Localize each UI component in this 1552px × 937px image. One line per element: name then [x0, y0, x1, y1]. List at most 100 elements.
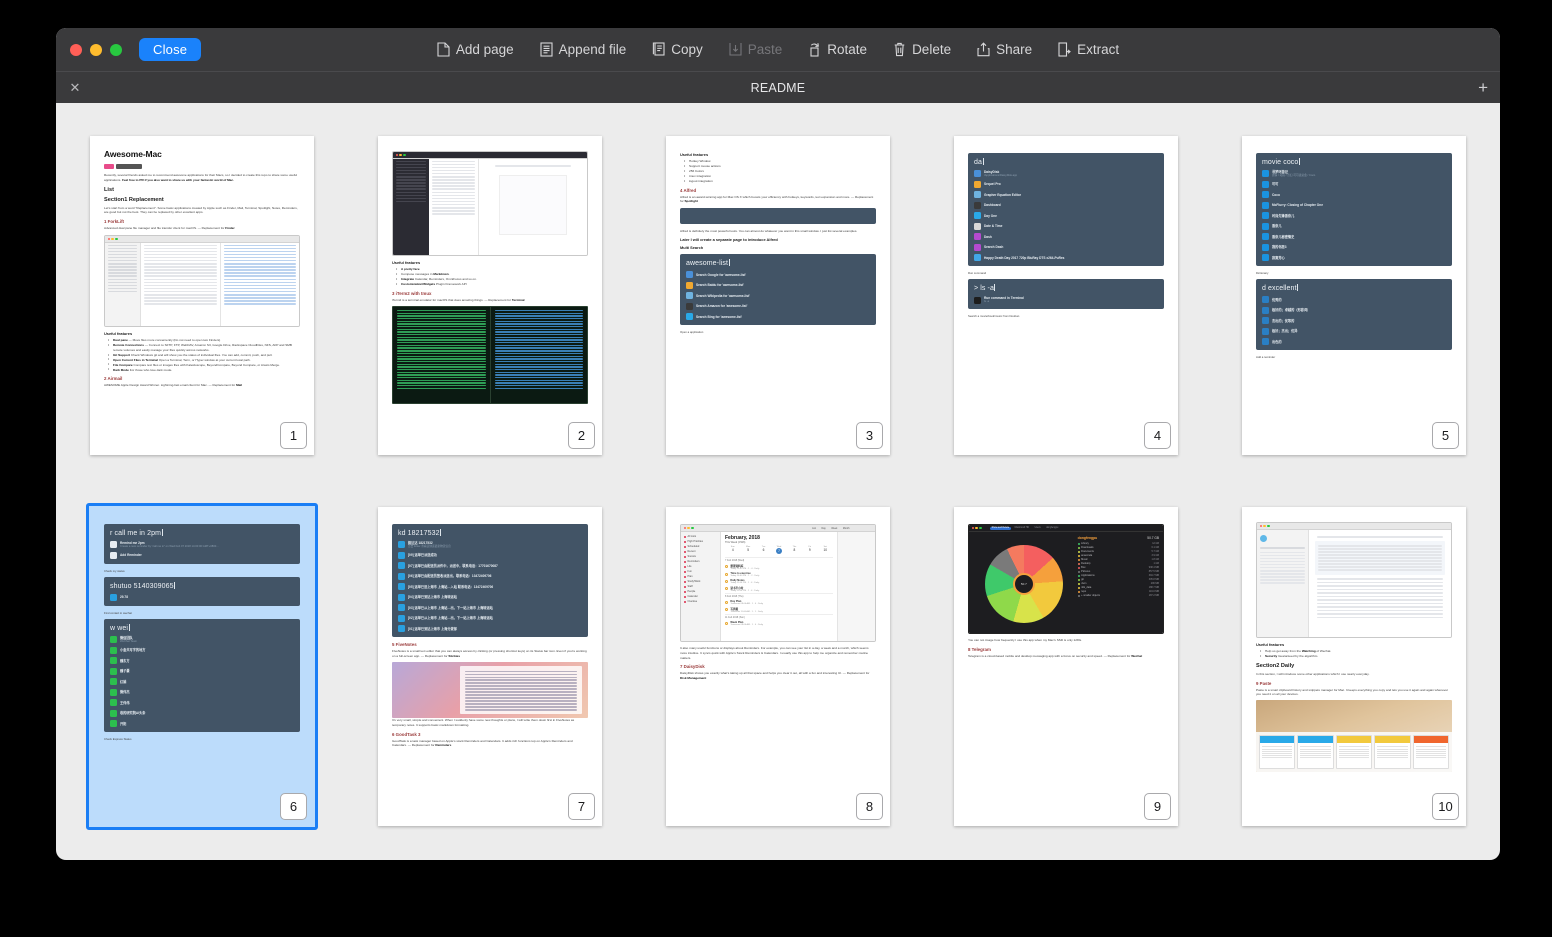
- paste-card[interactable]: [1412, 735, 1450, 770]
- goodtask-tab[interactable]: Week: [829, 527, 839, 530]
- append-file-button[interactable]: Append file: [540, 42, 626, 57]
- paste-card[interactable]: [1259, 735, 1296, 770]
- alfred-result-row[interactable]: 红娟: [110, 678, 294, 686]
- page-thumbnail-4[interactable]: da DaisyDisk/Applications/DaisyDisk.app Se…: [950, 132, 1182, 459]
- copy-button[interactable]: Copy: [652, 42, 703, 57]
- page-thumbnail-10[interactable]: Useful features Help us get away from the…: [1238, 503, 1470, 830]
- new-tab-icon[interactable]: +: [1478, 79, 1488, 96]
- alfred-result-row[interactable]: 魏子豪: [110, 667, 294, 675]
- daisydisk-tab[interactable]: dongfengpu: [1044, 527, 1060, 530]
- alfred-result-row[interactable]: [03] 运单已从上海市 上海站…出，下一站上海市 上海转运站: [398, 604, 582, 612]
- alfred-result-row[interactable]: Search Wikipedia for 'awesome-list': [686, 292, 870, 300]
- daisydisk-tab[interactable]: Users: [1033, 527, 1043, 530]
- extract-button[interactable]: Extract: [1058, 42, 1119, 57]
- page-thumbnail-8[interactable]: List Day Week Month All Lists High Priorities…: [662, 503, 894, 830]
- alfred-result-row[interactable]: 香奈儿: [1262, 222, 1446, 230]
- close-window-icon[interactable]: [70, 43, 82, 56]
- alfred-result-row[interactable]: Coco: [1262, 191, 1446, 199]
- task-row[interactable]: 整理资料库 Today 10:00 PM · 1 · 4 · Daily: [725, 563, 833, 571]
- alfred-result-row[interactable]: 微信团队 WeChat Team: [110, 636, 294, 644]
- add-page-button[interactable]: Add page: [437, 42, 514, 57]
- page-thumbnail-9[interactable]: Show and Delete Macintosh HD Users dongfeng…: [950, 503, 1182, 830]
- alfred-result-row[interactable]: Search Amazon for 'awesome-list': [686, 302, 870, 310]
- alfred-result-row[interactable]: 可可: [1262, 180, 1446, 188]
- alfred-result-row[interactable]: Search Google for 'awesome-list': [686, 271, 870, 279]
- alfred-result-row[interactable]: 寂寞芳心: [1262, 254, 1446, 262]
- alfred-result-row[interactable]: Search Bing for 'awesome-list': [686, 313, 870, 321]
- alfred-result-row[interactable]: 小金共写字的地方: [110, 646, 294, 654]
- alfred-result-row[interactable]: 优秀的: [1262, 296, 1446, 304]
- goodtask-tab[interactable]: Day: [820, 527, 828, 530]
- alfred-result-row[interactable]: Search Dash: [974, 243, 1158, 251]
- alfred-result-row[interactable]: Grapher Equation Editor: [974, 191, 1158, 199]
- page-thumbnail-1[interactable]: Awesome-Mac Recently, several friends ask…: [86, 132, 318, 459]
- alfred-result-row[interactable]: 王伟伟: [110, 699, 294, 707]
- alfred-result-row[interactable]: DaisyDisk/Applications/DaisyDisk.app: [974, 170, 1158, 178]
- page-thumbnail-3[interactable]: Useful features Hotkey WindowSupport mous…: [662, 132, 894, 459]
- item-heading: 5 FiveNotes: [392, 642, 417, 648]
- page-thumbnail-6[interactable]: r call me in 2pm Remind me 2pm Create a ne…: [86, 503, 318, 830]
- alfred-result-row[interactable]: Dash: [974, 233, 1158, 241]
- alfred-result-row[interactable]: Add Reminder: [110, 551, 294, 559]
- alfred-result-row[interactable]: Run command in Terminal ls -a: [974, 296, 1158, 304]
- alfred-result-row[interactable]: 极好的；卓越的（形容词）: [1262, 306, 1446, 314]
- alfred-result-row[interactable]: [01] 运单已到达上海市 上海分拨部: [398, 625, 582, 633]
- paste-card[interactable]: [1335, 735, 1373, 770]
- goodtask-list-item[interactable]: Overdue: [681, 599, 720, 604]
- daisydisk-tab[interactable]: Show and Delete: [989, 526, 1012, 530]
- close-button[interactable]: Close: [139, 38, 202, 61]
- task-row[interactable]: Day Plan Tomorrow 09:00 AM · 1 · 4 · Dail…: [725, 599, 833, 606]
- page-thumbnail-canvas[interactable]: Awesome-Mac Recently, several friends ask…: [56, 103, 1500, 860]
- daisydisk-tab[interactable]: Macintosh HD: [1013, 527, 1031, 530]
- extract-label: Extract: [1077, 42, 1120, 57]
- alfred-result-row[interactable]: 寻梦环游记 剧情 / 动画 / 奇幻 可可夜总会 / Coco: [1262, 170, 1446, 178]
- alfred-result-row[interactable]: Date & Time: [974, 222, 1158, 230]
- tab-title-readme[interactable]: README: [56, 81, 1500, 95]
- alfred-result-row[interactable]: 极好；杰出；优异: [1262, 327, 1446, 335]
- daisydisk-legend-row[interactable]: + smaller objects 187.2 MB: [1077, 594, 1159, 598]
- alfred-result-row[interactable]: 微伟杰: [110, 688, 294, 696]
- share-button[interactable]: Share: [977, 42, 1032, 57]
- alfred-result-row[interactable]: [05] 运单已进上海市 上海站…入站 联系电话：13472409706: [398, 583, 582, 591]
- tab-close-icon[interactable]: ✕: [68, 81, 82, 95]
- alfred-result-row[interactable]: McFlurry: Closing of Chapter One: [1262, 201, 1446, 209]
- zoom-window-icon[interactable]: [110, 43, 122, 56]
- paste-card[interactable]: [1374, 735, 1411, 770]
- page-thumbnail-7[interactable]: kd 18217532 韵达达 18217532 点击 Enter 查看该快递最新物…: [374, 503, 606, 830]
- alfred-result-row[interactable]: 29.78: [110, 593, 294, 601]
- rotate-button[interactable]: Rotate: [808, 42, 867, 57]
- alfred-result-row[interactable]: 我的邻居3: [1262, 243, 1446, 251]
- minimize-window-icon[interactable]: [90, 43, 102, 56]
- alfred-result-row[interactable]: Happy Death Day 2017 720p BluRay DTS x26…: [974, 254, 1158, 262]
- alfred-result-row[interactable]: [04] 运单已到达上海市 上海转运站: [398, 593, 582, 601]
- alfred-result-row[interactable]: Dashboard: [974, 201, 1158, 209]
- alfred-result-row[interactable]: 韵达达 18217532 点击 Enter 查看该快递最新物流信息: [398, 541, 582, 549]
- alfred-result-row[interactable]: Sequel Pro: [974, 180, 1158, 188]
- alfred-result-row[interactable]: 出色的: [1262, 338, 1446, 346]
- page-thumbnail-2[interactable]: Useful features A pretty faceCompose mess…: [374, 132, 606, 459]
- alfred-result-row[interactable]: 开阳: [110, 720, 294, 728]
- alfred-result-row[interactable]: [06] 运单已由配送员签收派送出，联系电话：13472409706: [398, 572, 582, 580]
- alfred-result-row[interactable]: 时尚先锋香奈儿: [1262, 212, 1446, 220]
- task-row[interactable]: 写周报 Tomorrow 11:00 AM · 1 · 1 · Daily: [725, 606, 833, 614]
- alfred-result-row[interactable]: Search Baidu for 'awesome-list': [686, 281, 870, 289]
- delete-button[interactable]: Delete: [893, 42, 951, 57]
- task-row[interactable]: Daily Notes Today 11:00 PM · 1 · 4 · Dail…: [725, 578, 833, 585]
- alfred-result-row[interactable]: [02] 运单已从上海市 上海站…出，下一站上海市 上海转运站: [398, 614, 582, 622]
- alfred-result-row[interactable]: Day One: [974, 212, 1158, 220]
- alfred-result-row[interactable]: 香奈儿秘密情史: [1262, 233, 1446, 241]
- alfred-result-row[interactable]: 卷的研究院AI头条: [110, 709, 294, 717]
- task-row[interactable]: Week Plan Tomorrow 09:00 AM · 1 · 4 · Dai…: [725, 620, 833, 627]
- page-thumbnail-5[interactable]: movie coco 寻梦环游记 剧情 / 动画 / 奇幻 可可夜总会 / Coco…: [1238, 132, 1470, 459]
- paste-button[interactable]: Paste: [729, 42, 782, 57]
- paste-card[interactable]: [1297, 735, 1334, 770]
- alfred-result-row[interactable]: 杰出的；优等的: [1262, 317, 1446, 325]
- task-row[interactable]: 读书半小时 Today 11:00 PM · 1 · 4 · Daily: [725, 585, 833, 593]
- alfred-result-row[interactable]: [07] 运单已由配送员派件中，派送中，联系电话：17701670087: [398, 562, 582, 570]
- goodtask-tab[interactable]: List: [810, 527, 818, 530]
- alfred-result-row[interactable]: 魏东方: [110, 657, 294, 665]
- alfred-result-row[interactable]: Remind me 2pm Create a new reminder by "c…: [110, 541, 294, 549]
- goodtask-tab[interactable]: Month: [841, 527, 852, 530]
- alfred-result-row[interactable]: [09] 运单已派送成功: [398, 551, 582, 559]
- task-row[interactable]: Time to exercise Today 10:00 PM · 1 · 2 ·…: [725, 571, 833, 578]
